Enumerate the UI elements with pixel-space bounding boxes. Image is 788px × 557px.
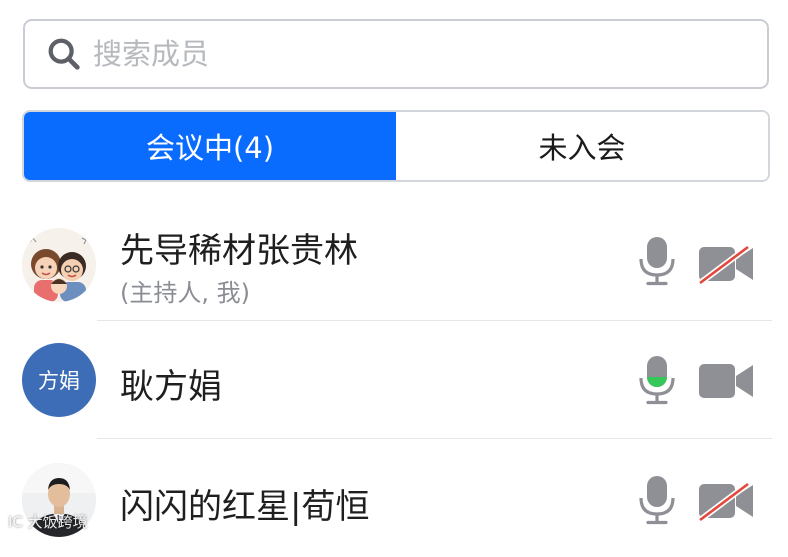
member-row[interactable]: 闪闪的红星|荀恒 — [0, 439, 788, 557]
tab-in-meeting[interactable]: 会议中(4) — [24, 112, 396, 180]
search-input[interactable] — [93, 37, 733, 71]
avatar: 方娟 — [22, 343, 96, 417]
member-name: 耿方娟 — [120, 367, 222, 407]
search-icon — [48, 38, 80, 70]
member-name: 闪闪的红星|荀恒 — [120, 487, 370, 527]
member-name: 先导稀材张贵林 — [120, 231, 358, 271]
microphone-icon[interactable] — [638, 475, 676, 525]
member-tabs: 会议中(4) 未入会 — [22, 110, 770, 182]
cartoon-family-avatar — [22, 228, 96, 302]
camera-off-icon[interactable] — [698, 481, 754, 521]
microphone-speaking-icon[interactable] — [638, 355, 676, 405]
camera-icon[interactable] — [698, 361, 754, 401]
microphone-icon[interactable] — [638, 236, 676, 286]
member-role: (主持人, 我) — [120, 279, 250, 307]
member-row[interactable]: 方娟 耿方娟 — [0, 321, 788, 439]
member-row[interactable]: 先导稀材张贵林 (主持人, 我) — [0, 203, 788, 321]
tab-not-joined[interactable]: 未入会 — [396, 112, 768, 180]
camera-off-icon[interactable] — [698, 244, 754, 284]
watermark: IC 大饭跨境 — [8, 513, 88, 531]
search-bar[interactable] — [23, 19, 769, 89]
avatar — [22, 228, 96, 302]
